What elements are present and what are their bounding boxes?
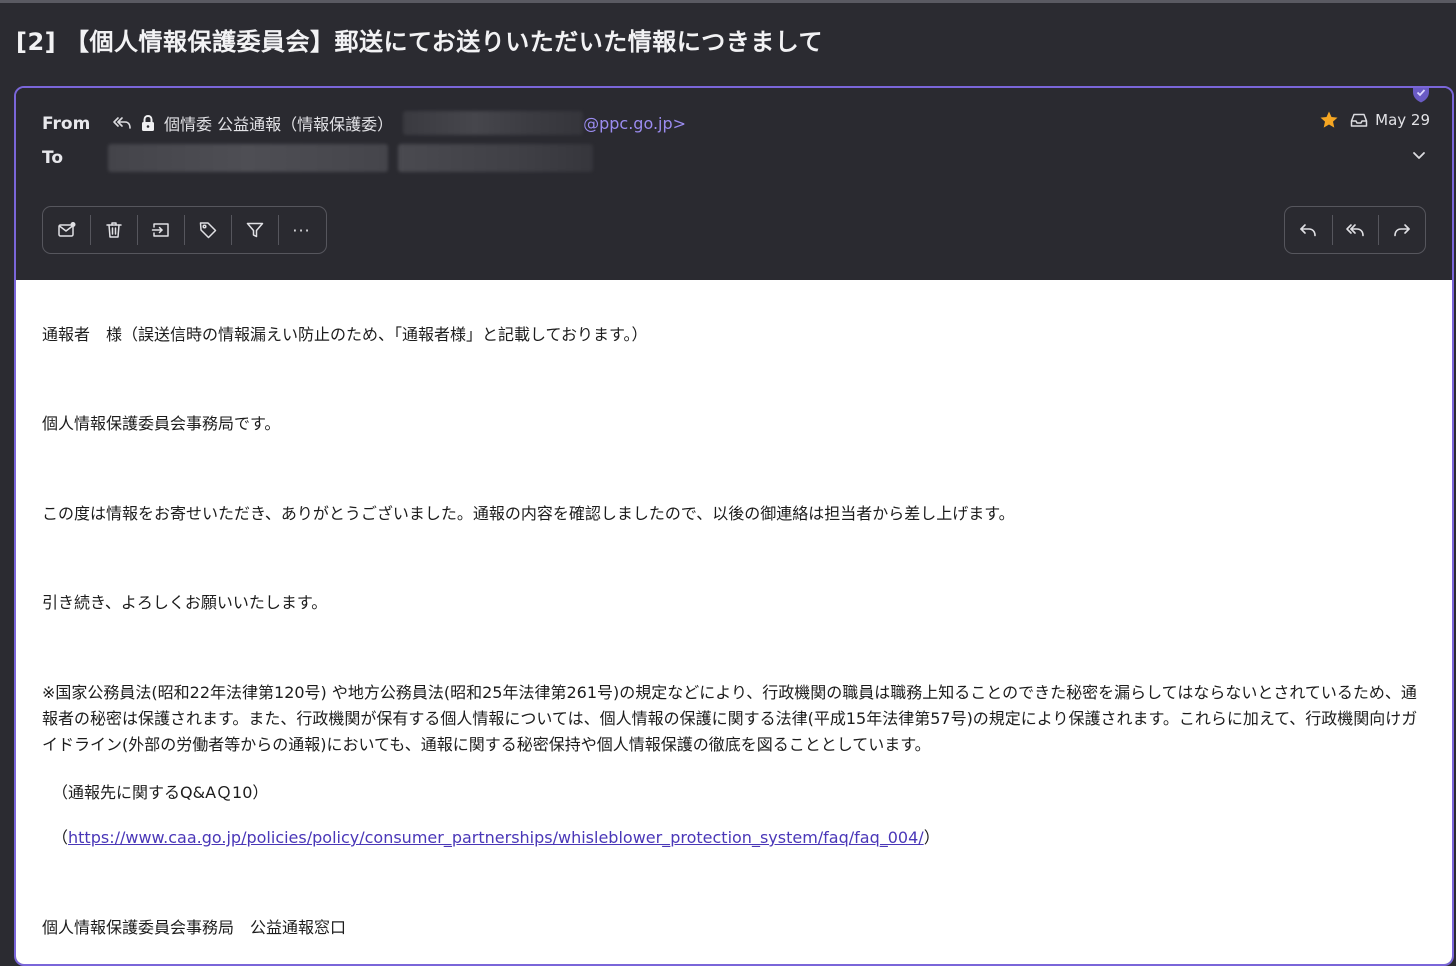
redacted-email-local-part bbox=[403, 111, 584, 135]
mark-unread-icon bbox=[57, 222, 75, 237]
email-card: From To 個情委 公益通報（情報保護委） @ppc.go.jp> May … bbox=[14, 86, 1454, 966]
email-body: 通報者 様（誤送信時の情報漏えい防止のため、「通報者様」と記載しております。） … bbox=[16, 280, 1452, 964]
reply-all-icon bbox=[1346, 224, 1364, 237]
from-label: From bbox=[42, 114, 91, 134]
lock-icon bbox=[138, 113, 158, 133]
sender-email-domain: @ppc.go.jp> bbox=[583, 113, 687, 133]
body-greeting: 通報者 様（誤送信時の情報漏えい防止のため、「通報者様」と記載しております。） bbox=[42, 325, 648, 344]
reply-all-button[interactable] bbox=[1331, 207, 1379, 253]
reply-all-icon bbox=[112, 113, 132, 133]
mark-unread-button[interactable] bbox=[43, 207, 90, 253]
redacted-recipient-name bbox=[108, 144, 388, 172]
inbox-icon bbox=[1349, 110, 1369, 130]
body-closing: 引き続き、よろしくお願いいたします。 bbox=[42, 593, 328, 612]
trash-icon bbox=[105, 222, 122, 238]
forward-icon bbox=[1393, 224, 1410, 237]
body-confidentiality-note: ※国家公務員法(昭和22年法律第120号) や地方公務員法(昭和25年法律第26… bbox=[42, 683, 1418, 754]
email-subject: [2] 【個人情報保護委員会】郵送にてお送りいただいた情報につきまして bbox=[16, 28, 824, 56]
faq-link[interactable]: https://www.caa.go.jp/policies/policy/co… bbox=[68, 828, 924, 847]
tag-button[interactable] bbox=[184, 207, 231, 253]
star-icon[interactable] bbox=[1319, 110, 1339, 130]
body-thanks: この度は情報をお寄せいただき、ありがとうございました。通報の内容を確認しましたの… bbox=[42, 504, 1015, 523]
body-faq-reference: （通報先に関するQ&AＱ10） bbox=[52, 783, 269, 802]
to-label: To bbox=[42, 148, 64, 168]
filter-icon bbox=[246, 222, 263, 238]
body-sender-intro: 個人情報保護委員会事務局です。 bbox=[42, 414, 281, 433]
chevron-down-icon[interactable] bbox=[1410, 146, 1428, 164]
message-actions-toolbar: ··· bbox=[42, 206, 327, 254]
move-icon bbox=[151, 223, 169, 237]
reply-button[interactable] bbox=[1285, 207, 1332, 253]
recipients[interactable] bbox=[108, 144, 593, 172]
more-icon: ··· bbox=[292, 220, 311, 240]
reply-icon bbox=[1300, 224, 1317, 237]
body-faq-link-line: （https://www.caa.go.jp/policies/policy/c… bbox=[52, 825, 1442, 851]
email-date: May 29 bbox=[1375, 111, 1430, 129]
body-signature: 個人情報保護委員会事務局 公益通報窓口 bbox=[42, 918, 347, 937]
forward-button[interactable] bbox=[1378, 207, 1425, 253]
shield-check-icon bbox=[1410, 88, 1432, 104]
delete-button[interactable] bbox=[90, 207, 137, 253]
tag-icon bbox=[199, 222, 216, 239]
link-open-paren: （ bbox=[52, 828, 69, 847]
reply-actions-toolbar bbox=[1284, 206, 1426, 254]
sender-name: 個情委 公益通報（情報保護委） bbox=[164, 115, 394, 134]
sender[interactable]: 個情委 公益通報（情報保護委） @ppc.go.jp> bbox=[112, 110, 686, 136]
window-top-edge bbox=[0, 0, 1456, 3]
redacted-recipient-email bbox=[398, 144, 593, 172]
more-button[interactable]: ··· bbox=[278, 207, 325, 253]
filter-button[interactable] bbox=[231, 207, 278, 253]
email-header: From To 個情委 公益通報（情報保護委） @ppc.go.jp> May … bbox=[16, 88, 1452, 280]
email-meta: May 29 bbox=[1319, 110, 1430, 130]
move-button[interactable] bbox=[137, 207, 184, 253]
link-close-paren: ） bbox=[923, 828, 940, 847]
